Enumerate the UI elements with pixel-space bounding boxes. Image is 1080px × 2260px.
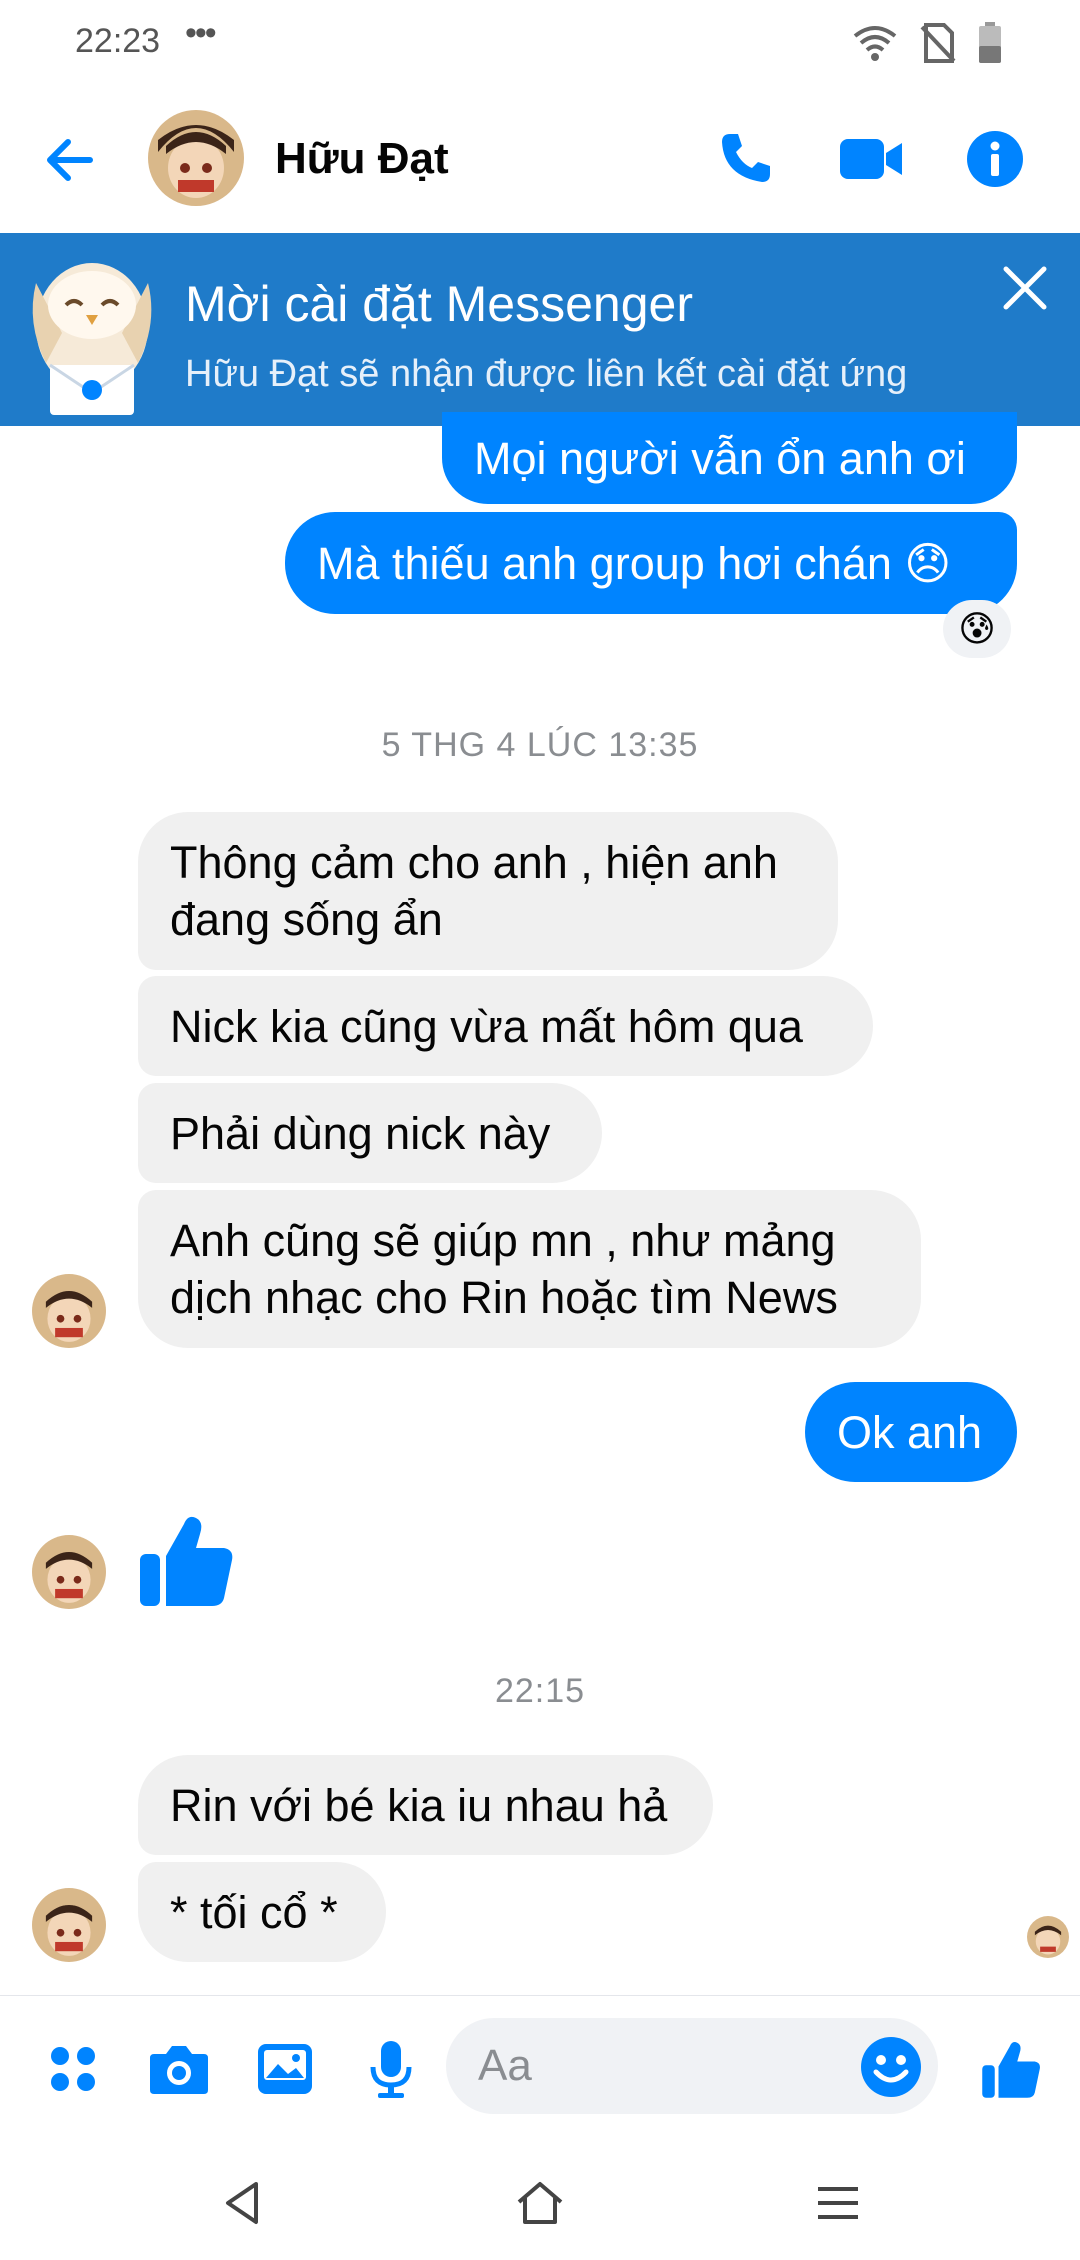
camera-button[interactable]: [144, 2034, 214, 2104]
message-bubble-outgoing[interactable]: Ok anh: [805, 1382, 1017, 1482]
message-bubble-incoming[interactable]: Nick kia cũng vừa mất hôm qua: [138, 976, 873, 1076]
timestamp: 22:15: [494, 1672, 586, 1710]
nav-home-button[interactable]: [508, 2171, 572, 2235]
contact-name[interactable]: Hữu Đạt: [275, 134, 449, 184]
triangle-back-icon: [226, 2182, 258, 2224]
wifi-icon: [853, 26, 897, 61]
info-icon: [967, 131, 1023, 187]
install-invite-banner[interactable]: Mời cài đặt Messenger Hữu Đạt sẽ nhận đư…: [0, 233, 1080, 426]
menu-icon: [818, 2187, 858, 2219]
thumbs-up-sticker-icon[interactable]: [138, 1512, 234, 1608]
message-bubble-incoming[interactable]: Phải dùng nick này: [138, 1083, 602, 1183]
banner-close-button[interactable]: [992, 255, 1058, 321]
home-icon: [517, 2182, 563, 2224]
video-call-button[interactable]: [836, 124, 906, 194]
message-bubble-outgoing[interactable]: Mọi người vẫn ổn anh ơi: [442, 412, 1017, 504]
info-button[interactable]: [960, 124, 1030, 194]
back-button[interactable]: [40, 130, 100, 190]
system-navigation-bar: [0, 2143, 1080, 2260]
message-bubble-outgoing[interactable]: Mà thiếu anh group hơi chán 😞: [285, 512, 1017, 614]
message-bubble-incoming[interactable]: * tối cổ *: [138, 1862, 386, 1962]
voice-call-button[interactable]: [710, 124, 780, 194]
message-bubble-incoming[interactable]: Rin với bé kia iu nhau hả: [138, 1755, 713, 1855]
nav-back-button[interactable]: [210, 2171, 274, 2235]
seen-indicator-avatar: [1027, 1916, 1069, 1958]
image-icon: [258, 2044, 312, 2094]
status-notification-dots: •••: [185, 14, 217, 52]
message-reaction[interactable]: 😰: [943, 600, 1011, 658]
voice-record-button[interactable]: [356, 2034, 426, 2104]
grid-dots-icon: [51, 2047, 95, 2091]
contact-avatar[interactable]: [148, 110, 244, 206]
arrow-left-icon: [47, 139, 93, 181]
sender-avatar[interactable]: [32, 1888, 106, 1962]
close-icon: [1003, 266, 1047, 310]
thumbs-up-icon: [982, 2042, 1040, 2098]
microphone-icon: [370, 2041, 412, 2098]
no-sim-icon: [920, 23, 956, 63]
message-bubble-incoming[interactable]: Thông cảm cho anh , hiện anh đang sống ẩ…: [138, 812, 838, 970]
banner-title: Mời cài đặt Messenger: [185, 276, 693, 332]
more-actions-button[interactable]: [38, 2034, 108, 2104]
owl-mascot-icon: [32, 263, 152, 415]
sender-avatar[interactable]: [32, 1535, 106, 1609]
status-time: 22:23: [75, 22, 161, 60]
gallery-button[interactable]: [250, 2034, 320, 2104]
battery-icon: [979, 22, 1001, 63]
sender-avatar[interactable]: [32, 1274, 106, 1348]
conversation-header: Hữu Đạt: [0, 88, 1080, 233]
banner-subtitle: Hữu Đạt sẽ nhận được liên kết cài đặt ứn…: [185, 353, 908, 395]
like-button[interactable]: [976, 2034, 1046, 2104]
camera-icon: [150, 2046, 208, 2094]
emoji-icon[interactable]: [860, 2036, 922, 2098]
video-camera-icon: [840, 139, 902, 179]
timestamp: 5 THG 4 LÚC 13:35: [381, 726, 699, 764]
phone-icon: [722, 134, 770, 182]
message-composer: [0, 1995, 1080, 2143]
status-bar: 22:23 •••: [0, 0, 1080, 88]
message-bubble-incoming[interactable]: Anh cũng sẽ giúp mn , như mảng dịch nhạc…: [138, 1190, 921, 1348]
nav-menu-button[interactable]: [806, 2171, 870, 2235]
